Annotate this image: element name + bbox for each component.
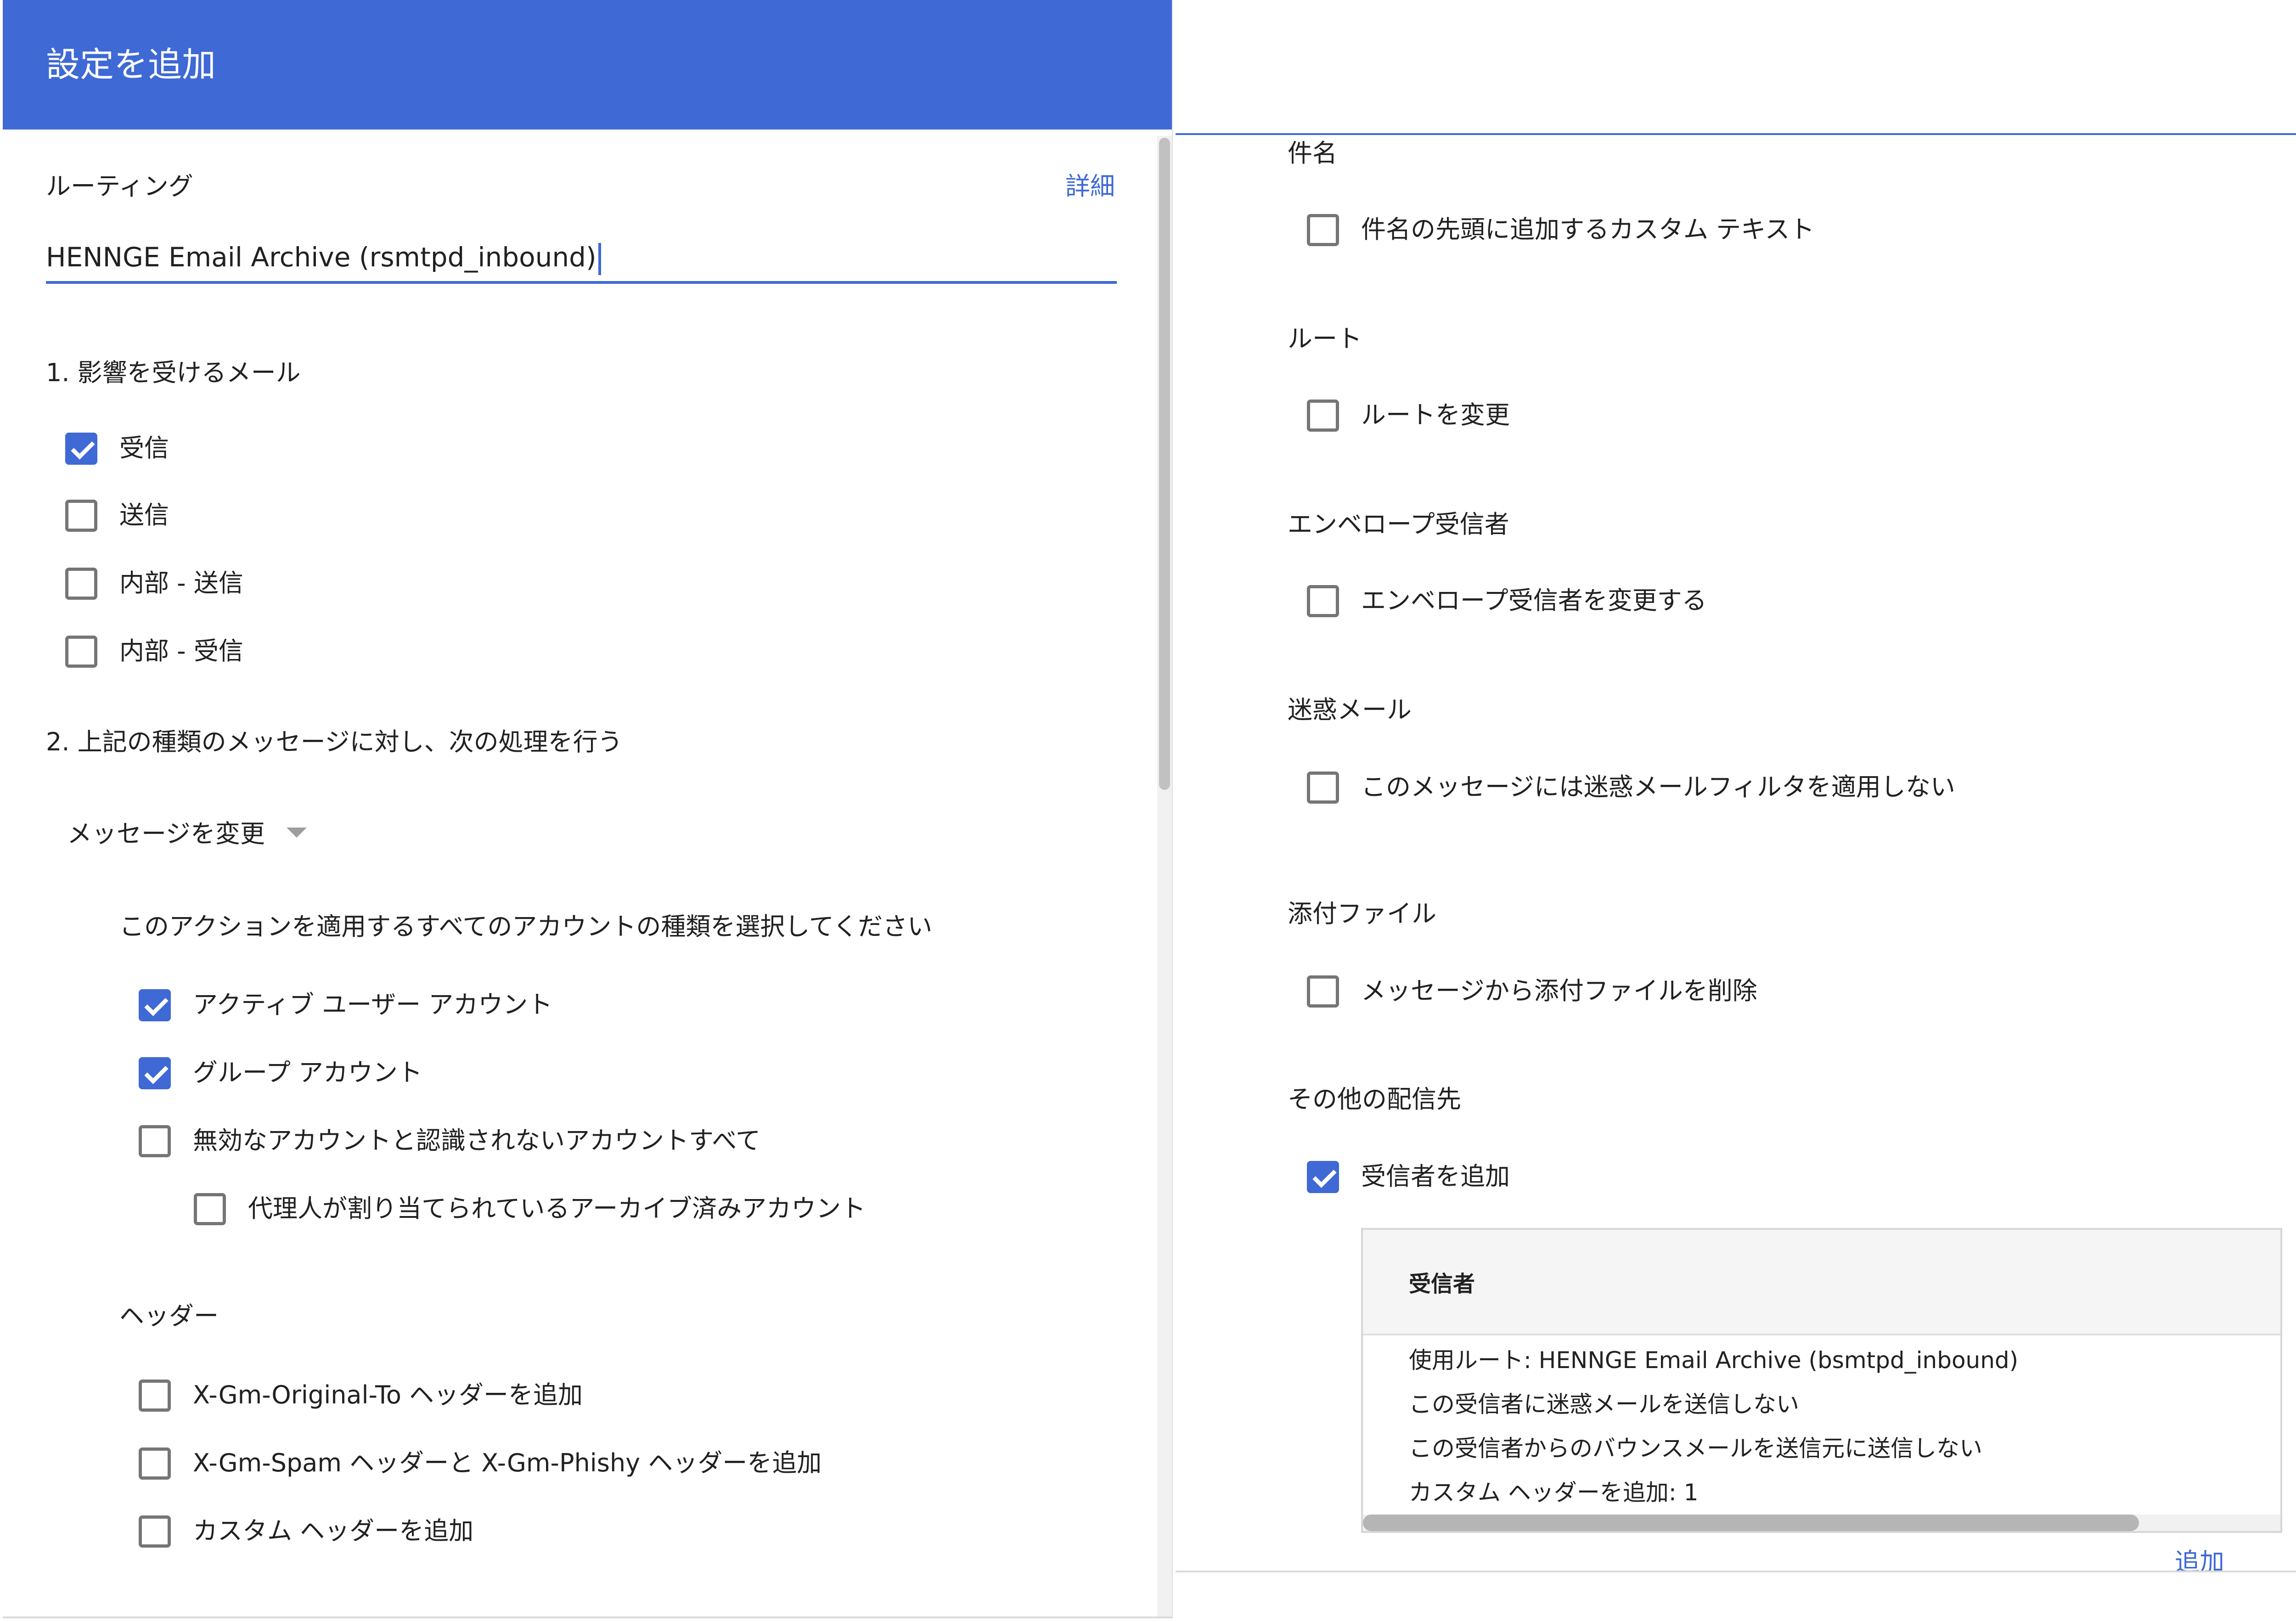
checkbox-change-envelope-recipient[interactable]	[1307, 585, 1339, 617]
checkbox-custom-header[interactable]	[139, 1515, 171, 1548]
checkbox-disabled-accounts-label: 無効なアカウントと認識されないアカウントすべて	[193, 1126, 761, 1155]
checkbox-group-accounts-label: グループ アカウント	[193, 1058, 422, 1087]
headers-heading: ヘッダー	[119, 1301, 219, 1330]
checkbox-internal-sending-label: 内部 - 送信	[119, 569, 243, 597]
spam-heading: 迷惑メール	[1288, 695, 1412, 724]
checkbox-group-accounts[interactable]	[139, 1057, 171, 1089]
recipient-detail-route: 使用ルート: HENNGE Email Archive (bsmtpd_inbo…	[1409, 1347, 2019, 1374]
checkbox-remove-attachments[interactable]	[1307, 975, 1339, 1008]
checkbox-outbound[interactable]	[65, 500, 97, 532]
action-dropdown-label: メッセージを変更	[67, 819, 265, 848]
checkbox-custom-header-label: カスタム ヘッダーを追加	[193, 1516, 474, 1545]
checkbox-x-gm-original-to-label: X-Gm-Original-To ヘッダーを追加	[193, 1380, 583, 1409]
action-dropdown[interactable]: メッセージを変更	[67, 819, 324, 856]
checkbox-active-user-accounts[interactable]	[139, 989, 171, 1021]
other-delivery-heading: その他の配信先	[1288, 1085, 1461, 1114]
dialog-title: 設定を追加	[46, 45, 216, 84]
checkbox-bypass-spam-filter[interactable]	[1307, 772, 1339, 804]
checkbox-add-recipient-label: 受信者を追加	[1361, 1162, 1510, 1191]
checkbox-archived-delegated-accounts[interactable]	[194, 1193, 226, 1225]
envelope-recipient-heading: エンベロープ受信者	[1288, 510, 1509, 539]
checkbox-active-user-accounts-label: アクティブ ユーザー アカウント	[193, 990, 553, 1019]
add-setting-dialog-left: 設定を追加 ルーティング 詳細 HENNGE Email Archive (rs…	[3, 0, 1173, 1618]
routing-label: ルーティング	[46, 172, 193, 201]
checkbox-x-gm-spam-phishy[interactable]	[139, 1447, 171, 1480]
checkbox-disabled-accounts[interactable]	[139, 1125, 171, 1157]
recipient-detail-no-bounce: この受信者からのバウンスメールを送信元に送信しない	[1409, 1435, 1982, 1462]
checkbox-x-gm-spam-phishy-label: X-Gm-Spam ヘッダーと X-Gm-Phishy ヘッダーを追加	[193, 1448, 822, 1477]
checkbox-change-route-label: ルートを変更	[1361, 400, 1510, 429]
recipient-detail-no-spam: この受信者に迷惑メールを送信しない	[1409, 1391, 1799, 1418]
recipient-detail-custom-header: カスタム ヘッダーを追加: 1	[1409, 1479, 1699, 1506]
checkbox-internal-sending[interactable]	[65, 568, 97, 600]
account-types-prompt: このアクションを適用するすべてのアカウントの種類を選択してください	[119, 912, 933, 941]
recipients-table-hscrollbar[interactable]	[1363, 1515, 2280, 1531]
recipients-column-header: 受信者	[1409, 1271, 1475, 1297]
checkbox-inbound[interactable]	[65, 433, 97, 465]
add-setting-dialog-right: 件名 件名の先頭に追加するカスタム テキスト ルート ルートを変更 エンベロープ…	[1176, 0, 2296, 1572]
checkbox-archived-delegated-accounts-label: 代理人が割り当てられているアーカイブ済みアカウント	[248, 1194, 866, 1223]
recipients-table-header: 受信者	[1363, 1230, 2280, 1335]
routing-name-underline	[46, 281, 1117, 284]
checkbox-change-route[interactable]	[1307, 400, 1339, 432]
subject-heading: 件名	[1288, 139, 1337, 168]
section2-heading: 2. 上記の種類のメッセージに対し、次の処理を行う	[46, 727, 623, 756]
recipients-table-hscroll-thumb[interactable]	[1363, 1515, 2139, 1531]
text-caret	[598, 242, 601, 275]
routing-name-input[interactable]: HENNGE Email Archive (rsmtpd_inbound)	[46, 242, 601, 275]
dialog-title-bar: 設定を追加	[3, 0, 1172, 130]
dropdown-arrow-icon	[287, 828, 307, 838]
checkbox-subject-prepend[interactable]	[1307, 214, 1339, 246]
right-panel-top-border	[1176, 133, 2296, 135]
routing-name-value: HENNGE Email Archive (rsmtpd_inbound)	[46, 242, 597, 273]
add-link[interactable]: 追加	[2175, 1548, 2224, 1571]
checkbox-internal-receiving-label: 内部 - 受信	[119, 636, 243, 665]
checkbox-add-recipient[interactable]	[1307, 1161, 1339, 1193]
route-heading: ルート	[1288, 324, 1362, 353]
checkbox-internal-receiving[interactable]	[65, 636, 97, 668]
attachments-heading: 添付ファイル	[1288, 899, 1436, 928]
checkbox-outbound-label: 送信	[119, 501, 169, 529]
section1-heading: 1. 影響を受けるメール	[46, 358, 301, 387]
checkbox-change-envelope-recipient-label: エンベロープ受信者を変更する	[1361, 586, 1707, 615]
checkbox-subject-prepend-label: 件名の先頭に追加するカスタム テキスト	[1361, 215, 1815, 244]
checkbox-x-gm-original-to[interactable]	[139, 1380, 171, 1412]
left-scrollbar-thumb[interactable]	[1159, 138, 1170, 790]
recipients-table: 受信者 使用ルート: HENNGE Email Archive (bsmtpd_…	[1361, 1228, 2282, 1533]
checkbox-bypass-spam-filter-label: このメッセージには迷惑メールフィルタを適用しない	[1361, 772, 1955, 801]
checkbox-remove-attachments-label: メッセージから添付ファイルを削除	[1361, 976, 1757, 1005]
checkbox-inbound-label: 受信	[119, 434, 169, 462]
details-link[interactable]: 詳細	[1065, 172, 1115, 201]
